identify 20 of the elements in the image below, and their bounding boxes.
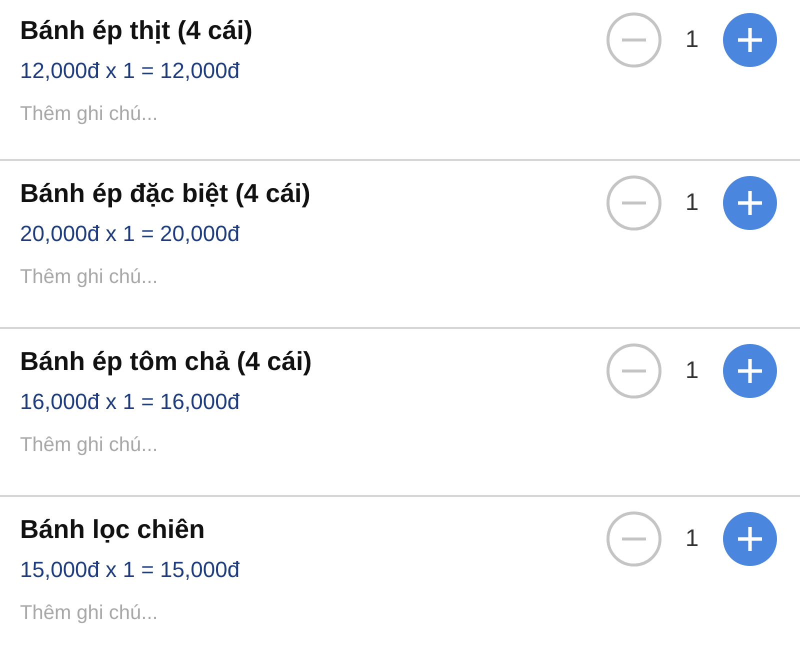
item-price: 12,000đ x 1 = 12,000đ	[20, 57, 241, 85]
item-name: Bánh ép tôm chả (4 cái)	[20, 345, 313, 378]
note-field[interactable]: Thêm ghi chú...	[20, 431, 320, 459]
item-price: 20,000đ x 1 = 20,000đ	[20, 220, 241, 248]
item-price: 16,000đ x 1 = 16,000đ	[20, 388, 241, 416]
quantity: 1	[684, 525, 700, 553]
quantity: 1	[684, 189, 700, 217]
item-name: Bánh ép thịt (4 cái)	[20, 14, 254, 47]
note-field[interactable]: Thêm ghi chú...	[20, 100, 320, 128]
increase-button[interactable]	[722, 12, 778, 68]
item-price: 15,000đ x 1 = 15,000đ	[20, 556, 241, 584]
increase-button[interactable]	[722, 511, 778, 567]
quantity: 1	[684, 26, 700, 54]
increase-button[interactable]	[722, 343, 778, 399]
note-field[interactable]: Thêm ghi chú...	[20, 599, 320, 627]
item-name: Bánh lọc chiên	[20, 513, 206, 546]
increase-button[interactable]	[722, 175, 778, 231]
note-field[interactable]: Thêm ghi chú...	[20, 263, 320, 291]
item-name: Bánh ép đặc biệt (4 cái)	[20, 177, 312, 210]
quantity: 1	[684, 357, 700, 385]
